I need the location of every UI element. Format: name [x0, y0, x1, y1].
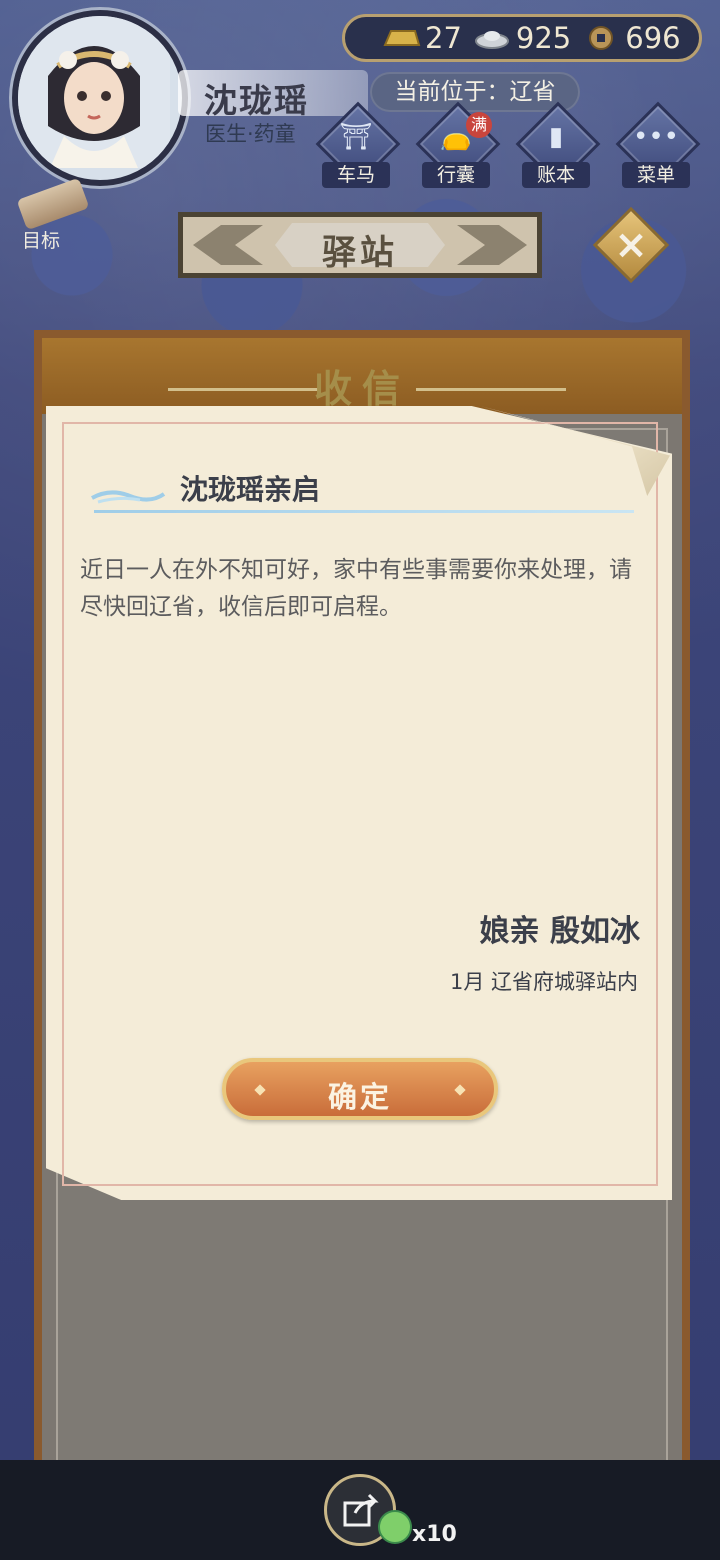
nav-ledger-label: 账本: [522, 162, 590, 188]
nav-bag-label: 行囊: [422, 162, 490, 188]
silver-currency: 925: [472, 21, 571, 55]
panel-header: 收信: [42, 338, 682, 414]
goal-button[interactable]: 目标: [8, 177, 90, 252]
screen-title: 驿站: [322, 233, 398, 273]
player-name: 沈珑瑶: [204, 81, 309, 120]
player-role: 医生·药童: [205, 122, 296, 146]
ledger-icon: ▮: [548, 122, 564, 152]
gold-currency: 27: [381, 21, 462, 55]
panel-title: 收信: [313, 367, 410, 411]
location-label: 当前位于：辽省: [370, 72, 580, 112]
carriage-icon: ⛩: [339, 122, 373, 152]
nav-menu-label: 菜单: [622, 162, 690, 188]
letter-recipient: 沈珑瑶亲启: [180, 473, 321, 506]
top-nav: ⛩ 车马 👝 满 行囊 ▮ 账本 ••• 菜单: [315, 101, 701, 188]
nav-ledger[interactable]: ▮ 账本: [515, 101, 601, 188]
copper-coin-icon: [589, 26, 614, 50]
silver-count: 925: [515, 21, 572, 55]
menu-dots-icon: •••: [632, 122, 679, 152]
screen-title-plate: 驿站: [178, 212, 542, 278]
confirm-label: 确定: [327, 1080, 392, 1114]
letter-sender: 娘亲 殷如冰: [479, 914, 640, 949]
reward-count: x10: [412, 1522, 457, 1547]
reward-icon: [378, 1510, 412, 1544]
gold-count: 27: [425, 21, 462, 55]
goal-label: 目标: [22, 230, 61, 252]
letter-divider: [94, 510, 634, 513]
close-icon: ×: [614, 222, 648, 268]
nav-bag[interactable]: 👝 满 行囊: [415, 101, 501, 188]
copper-currency: 696: [581, 21, 681, 55]
silver-ingot-icon: [474, 31, 509, 49]
currency-bar: 27 925 696: [342, 14, 702, 62]
copper-count: 696: [625, 21, 681, 55]
nav-carriage-label: 车马: [322, 162, 390, 188]
nav-carriage[interactable]: ⛩ 车马: [315, 101, 401, 188]
gold-ingot-icon: [383, 30, 421, 46]
nav-menu[interactable]: ••• 菜单: [615, 101, 701, 188]
letter-body: 近日一人在外不知可好，家中有些事需要你来处理，请尽快回辽省，收信后即可启程。: [80, 557, 632, 620]
bag-full-badge: 满: [466, 112, 492, 138]
share-icon: [343, 1493, 379, 1527]
letter-date: 1月 辽省府城驿站内: [449, 970, 638, 994]
confirm-button[interactable]: 确定: [222, 1058, 498, 1120]
character-portrait-icon: [18, 16, 170, 168]
cloud-swirl-icon: [91, 490, 166, 504]
avatar[interactable]: [12, 10, 188, 186]
